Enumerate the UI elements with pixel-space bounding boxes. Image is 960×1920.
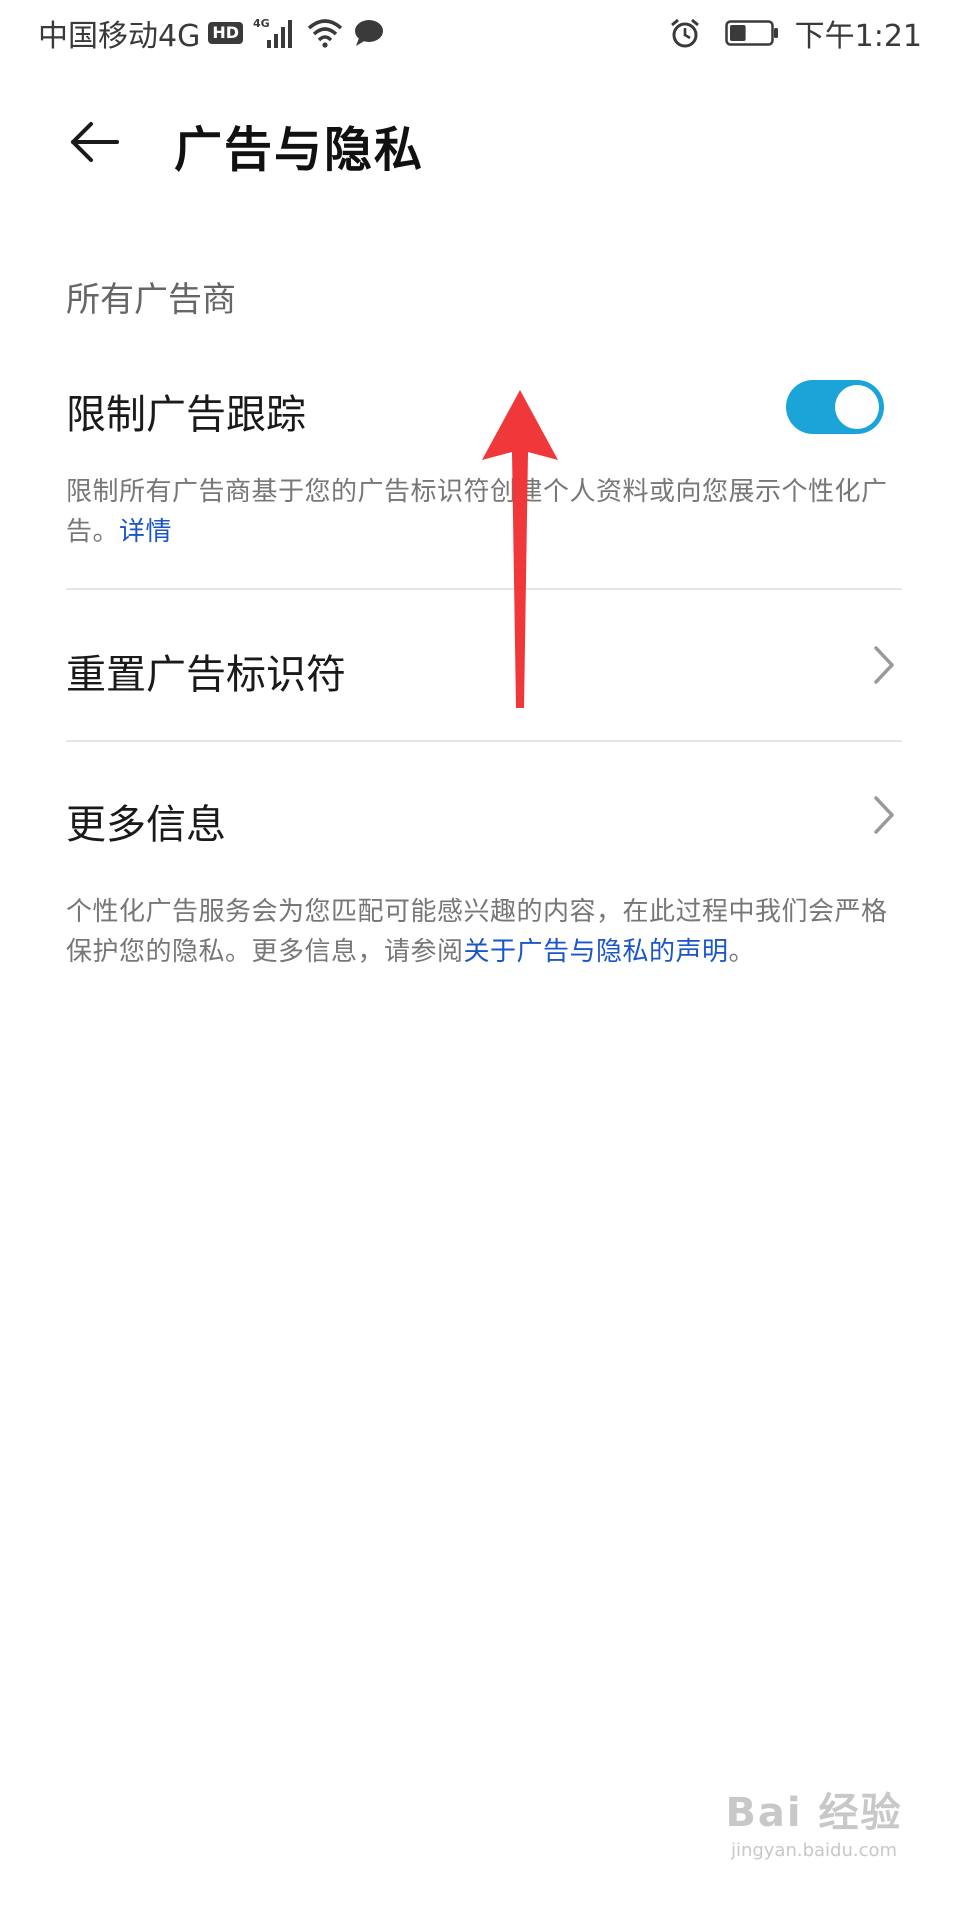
carrier-label: 中国移动4G: [38, 19, 201, 54]
footer-end: 。: [728, 937, 756, 967]
details-link[interactable]: 详情: [119, 517, 172, 547]
limit-ad-tracking-label: 限制广告跟踪: [66, 392, 306, 438]
hd-badge: HD: [208, 22, 244, 44]
more-info-label: 更多信息: [66, 802, 226, 848]
alarm-icon: [669, 17, 701, 49]
privacy-statement-link[interactable]: 关于广告与隐私的声明: [464, 937, 729, 967]
status-right: 下午1:21: [669, 11, 922, 55]
watermark-brand: Bai 经验: [725, 1790, 903, 1836]
footer-description: 个性化广告服务会为您匹配可能感兴趣的内容，在此过程中我们会严格保护您的隐私。更多…: [66, 892, 900, 972]
clock-time: 下午1:21: [794, 19, 922, 54]
arrow-left-icon: [71, 122, 119, 162]
signal-icon: 4G: [253, 16, 297, 50]
screen: 中国移动4G HD 4G 下午1:21 广告与隐私 所有广告商 限制广告跟踪 限…: [0, 0, 960, 1920]
battery-icon: [724, 19, 779, 47]
watermark-site: jingyan.baidu.com: [730, 1840, 898, 1861]
watermark: Bai 经验 jingyan.baidu.com: [714, 1780, 914, 1880]
chevron-right-icon: [874, 796, 894, 834]
status-left: 中国移动4G HD 4G: [38, 11, 395, 55]
divider: [66, 740, 902, 742]
limit-ad-tracking-toggle[interactable]: [786, 380, 884, 434]
status-bar: 中国移动4G HD 4G 下午1:21: [0, 0, 960, 66]
section-header: 所有广告商: [66, 280, 236, 320]
wifi-icon: [307, 18, 343, 48]
chevron-right-icon: [874, 646, 894, 684]
limit-description-text: 限制所有广告商基于您的广告标识符创建个人资料或向您展示个性化广告。: [66, 477, 888, 547]
svg-text:4G: 4G: [253, 17, 270, 30]
red-arrow-up-icon: [482, 390, 558, 708]
title-bar: 广告与隐私: [0, 96, 960, 188]
more-info-row[interactable]: 更多信息: [66, 776, 902, 856]
toggle-knob: [835, 385, 879, 429]
back-button[interactable]: [62, 114, 126, 170]
page-title: 广告与隐私: [174, 122, 425, 178]
reset-ad-identifier-label: 重置广告标识符: [66, 652, 346, 698]
message-icon: [353, 18, 385, 48]
